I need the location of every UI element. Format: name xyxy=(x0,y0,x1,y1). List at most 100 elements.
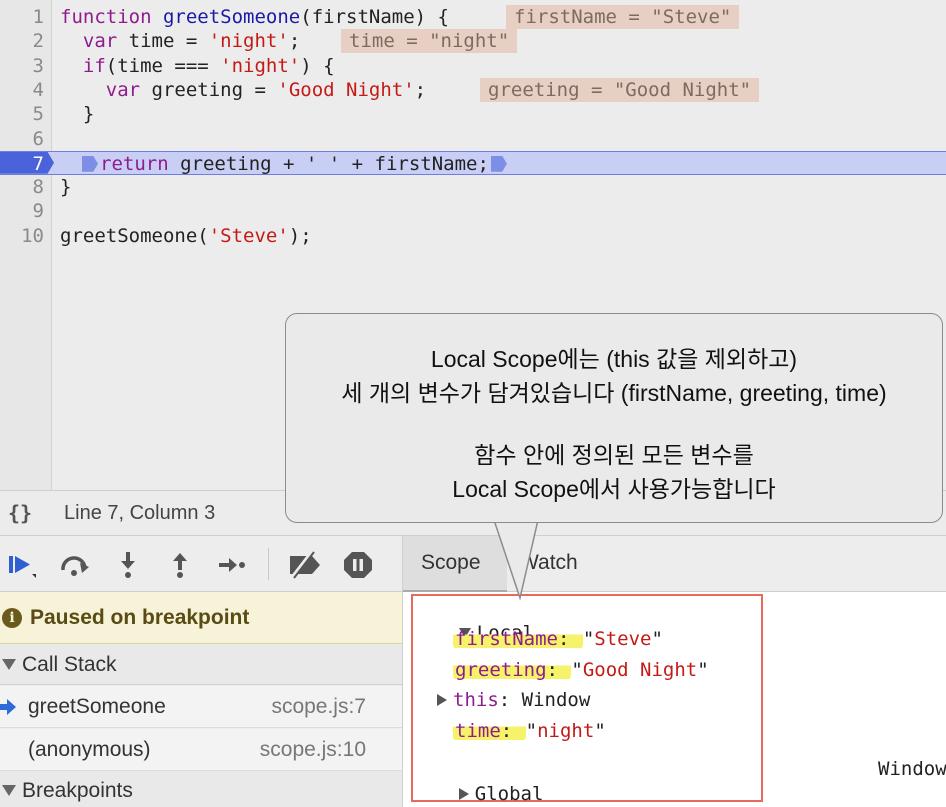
code-token: greetSomeone( xyxy=(60,224,209,247)
property-name: firstName xyxy=(455,628,558,650)
code-line[interactable]: 6 xyxy=(0,127,946,151)
inline-variable-value: time = "night" xyxy=(341,29,518,54)
code-string: 'Good Night' xyxy=(277,78,415,101)
current-frame-arrow-icon xyxy=(0,699,16,715)
toolbar-separator xyxy=(268,548,269,580)
property-name: greeting xyxy=(455,659,547,681)
code-text: var time = 'night'; xyxy=(60,29,300,53)
quote-mark: " xyxy=(571,659,583,681)
code-keyword: return xyxy=(100,152,169,175)
callout-line-2: 세 개의 변수가 담겨있습니다 (firstName, greeting, ti… xyxy=(341,380,887,406)
step-over-icon xyxy=(61,556,89,576)
code-line[interactable]: 7 return greeting + ' ' + firstName; xyxy=(0,150,946,176)
quote-mark: " xyxy=(697,659,709,681)
property-value: Window xyxy=(521,689,591,711)
line-number[interactable]: 10 xyxy=(0,224,44,248)
code-line[interactable]: 9 xyxy=(0,199,946,223)
step-out-button[interactable] xyxy=(164,550,196,580)
line-number[interactable]: 5 xyxy=(0,102,44,126)
code-token: ); xyxy=(288,224,312,247)
highlighter-mark: time: xyxy=(453,720,526,742)
property-separator: : xyxy=(557,628,581,650)
property-name: this xyxy=(453,689,499,711)
call-stack-label: Call Stack xyxy=(22,653,117,676)
code-keyword: if xyxy=(82,54,106,77)
step-icon xyxy=(219,558,245,572)
code-line[interactable]: 1 function greetSomeone(firstName) { first… xyxy=(0,5,946,29)
line-number[interactable]: 2 xyxy=(0,29,44,53)
callout-line-3: 함수 안에 정의된 모든 변수를 xyxy=(474,442,754,468)
string-text: Steve xyxy=(594,628,652,650)
line-number[interactable]: 7 xyxy=(0,152,44,176)
scope-global-header[interactable]: Global xyxy=(413,758,543,805)
quote-mark: " xyxy=(525,720,538,742)
code-line[interactable]: 5 } xyxy=(0,102,946,126)
line-number[interactable]: 8 xyxy=(0,175,44,199)
code-token: greeting + ' ' + firstName; xyxy=(168,152,489,175)
code-token: (time === xyxy=(105,54,221,77)
step-into-button[interactable] xyxy=(112,550,144,580)
code-token: ) { xyxy=(300,54,335,77)
tab-scope-label: Scope xyxy=(421,551,481,574)
resume-button[interactable] xyxy=(4,550,36,580)
pause-on-exceptions-button[interactable] xyxy=(342,550,374,580)
scope-property-greeting[interactable]: greeting: "Good Night" xyxy=(453,658,709,682)
callout-line-4: Local Scope에서 사용가능합니다 xyxy=(452,476,776,502)
info-icon: i xyxy=(2,608,22,628)
line-number[interactable]: 3 xyxy=(0,54,44,78)
code-line[interactable]: 4 var greeting = 'Good Night'; greeting =… xyxy=(0,77,946,102)
string-text: Good Night xyxy=(582,659,698,681)
frame-location[interactable]: scope.js:10 xyxy=(260,738,366,762)
pause-on-exceptions-icon xyxy=(344,552,372,578)
deactivate-breakpoints-icon xyxy=(290,550,320,580)
deactivate-breakpoints-button[interactable] xyxy=(286,550,320,580)
step-over-button[interactable] xyxy=(58,550,90,580)
call-frame-greetsomeone[interactable]: greetSomeone scope.js:7 xyxy=(0,686,402,728)
tab-scope[interactable]: Scope xyxy=(403,536,507,592)
line-number[interactable]: 9 xyxy=(0,199,44,223)
debugger-toolbar xyxy=(0,536,402,592)
breakpoints-header[interactable]: Breakpoints xyxy=(0,771,402,807)
code-line[interactable]: 8} xyxy=(0,175,946,199)
pretty-print-icon[interactable]: {} xyxy=(8,501,32,525)
call-frame-anonymous[interactable]: (anonymous) scope.js:10 xyxy=(0,729,402,771)
code-token: greeting = xyxy=(140,78,278,101)
cursor-position: Line 7, Column 3 xyxy=(64,502,216,524)
chevron-down-icon xyxy=(2,785,16,796)
chevron-right-icon[interactable] xyxy=(437,694,447,706)
code-keyword: var xyxy=(105,78,141,101)
step-button[interactable] xyxy=(216,550,248,580)
inline-variable-value: firstName = "Steve" xyxy=(506,5,740,29)
frame-function-name: greetSomeone xyxy=(28,695,166,718)
scope-property-time[interactable]: time: "night" xyxy=(453,719,606,743)
code-line[interactable]: 2 var time = 'night'; time = "night" xyxy=(0,29,946,54)
inline-breakpoint-icon[interactable] xyxy=(82,155,98,172)
code-text: function greetSomeone(firstName) { xyxy=(60,5,449,29)
code-line[interactable]: 3 if(time === 'night') { xyxy=(0,54,946,78)
code-string: 'night' xyxy=(208,30,289,53)
code-token: time = xyxy=(117,30,209,53)
scope-property-this[interactable]: this: Window xyxy=(437,688,590,712)
call-stack-header[interactable]: Call Stack xyxy=(0,645,402,685)
line-number[interactable]: 6 xyxy=(0,127,44,151)
line-number[interactable]: 1 xyxy=(0,5,44,29)
string-text: night xyxy=(537,720,595,742)
scope-property-firstname[interactable]: firstName: "Steve" xyxy=(453,627,663,651)
property-value: "Steve" xyxy=(583,628,663,650)
resume-icon xyxy=(9,556,36,578)
line-number[interactable]: 4 xyxy=(0,78,44,102)
quote-mark: " xyxy=(651,628,663,650)
scope-local-header[interactable]: Local xyxy=(413,597,534,644)
frame-location[interactable]: scope.js:7 xyxy=(271,695,366,719)
breakpoints-label: Breakpoints xyxy=(22,779,133,802)
callout-line-1: Local Scope에는 (this 값을 제외하고) xyxy=(430,346,798,372)
code-text: } xyxy=(60,175,71,199)
quote-mark: " xyxy=(594,720,606,742)
inline-breakpoint-icon[interactable] xyxy=(490,155,507,172)
scope-global-label: Global xyxy=(474,783,544,805)
quote-mark: " xyxy=(582,628,595,650)
code-line[interactable]: 10 greetSomeone('Steve'); xyxy=(0,224,946,248)
code-token: ; xyxy=(414,78,427,101)
